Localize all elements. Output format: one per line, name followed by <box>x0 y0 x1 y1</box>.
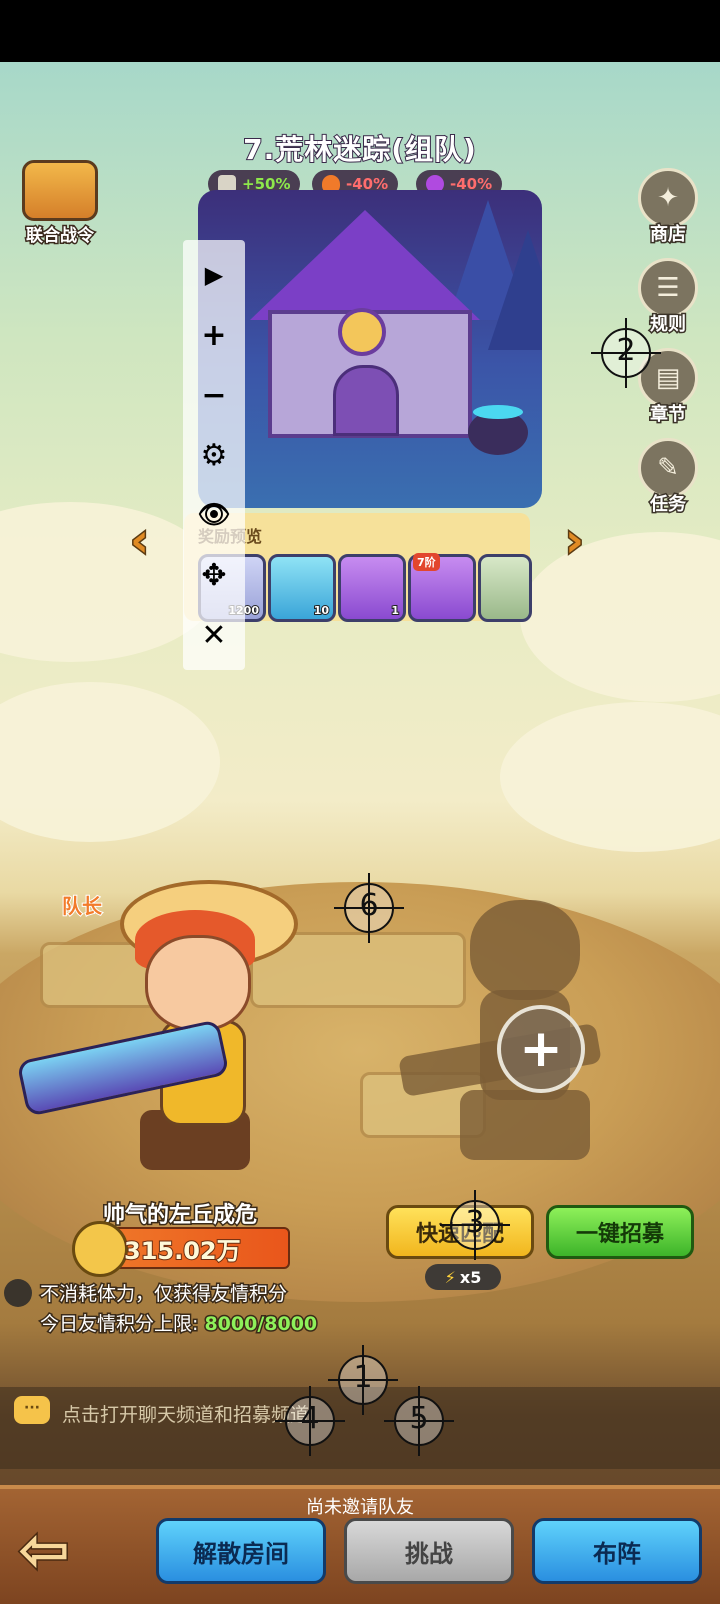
info-icon <box>4 1279 32 1307</box>
marker-number: 6 <box>359 888 379 923</box>
quest-button[interactable]: ✎ 任务 <box>636 438 700 517</box>
zoom-in-icon[interactable]: + <box>183 312 245 358</box>
shop-button[interactable]: ✦ 商店 <box>636 168 700 247</box>
house-window <box>338 308 386 356</box>
silhouette-legs <box>460 1090 590 1160</box>
marker-4: 4 <box>275 1386 345 1456</box>
close-icon[interactable]: ✕ <box>183 612 245 658</box>
prev-stage-arrow-icon[interactable]: ‹ <box>129 516 160 565</box>
battle-pass-button[interactable]: 联合战令 <box>12 160 108 248</box>
power-icon <box>72 1221 128 1277</box>
stage-title: 7.荒林迷踪(组队) <box>242 132 477 167</box>
marker-5: 5 <box>384 1386 454 1456</box>
energy-cost-value: x5 <box>459 1267 482 1287</box>
marker-number: 4 <box>300 1401 320 1436</box>
settings-icon[interactable]: ⚙ <box>183 432 245 478</box>
captain-hero[interactable] <box>16 880 298 1180</box>
friendship-limit-label: 今日友情积分上限: <box>38 1312 205 1337</box>
chat-hint-text[interactable]: 点击打开聊天频道和招募频道 <box>62 1400 309 1427</box>
cloud <box>0 682 220 842</box>
challenge-button[interactable]: 挑战 <box>344 1518 514 1584</box>
battle-pass-label: 联合战令 <box>25 225 96 248</box>
quest-icon: ✎ <box>638 438 698 498</box>
chapter-label: 章节 <box>649 403 688 427</box>
back-arrow-icon[interactable]: ⇦ <box>17 1517 98 1584</box>
power-display: 315.02万 <box>72 1221 290 1277</box>
energy-cost-badge: ⚡ x5 <box>425 1264 501 1290</box>
player-name: 帅气的左丘成危 <box>101 1202 258 1230</box>
marker-3: 3 <box>440 1190 510 1260</box>
invite-status-text: 尚未邀请队友 <box>306 1497 414 1518</box>
reward-tier-badge: 7阶 <box>413 553 440 571</box>
quest-label: 任务 <box>649 493 688 517</box>
hero-face <box>145 935 251 1031</box>
lightning-icon: ⚡ <box>444 1267 456 1287</box>
reward-item[interactable]: 10 <box>268 554 336 622</box>
shop-label: 商店 <box>649 223 688 247</box>
marker-2: 2 <box>591 318 661 388</box>
tree <box>488 230 542 350</box>
move-icon[interactable]: ✥ <box>183 552 245 598</box>
next-stage-arrow-icon[interactable]: › <box>564 516 595 565</box>
add-teammate-button[interactable]: + <box>497 1005 585 1093</box>
cloud <box>500 702 720 852</box>
zoom-out-icon[interactable]: − <box>183 372 245 418</box>
stage-image[interactable] <box>198 190 542 508</box>
chat-bubble-icon: ··· <box>14 1396 50 1424</box>
reward-item[interactable]: 1 <box>338 554 406 622</box>
battle-pass-icon <box>22 160 98 221</box>
marker-number: 2 <box>616 333 636 368</box>
reward-count: 10 <box>313 603 330 618</box>
formation-button[interactable]: 布阵 <box>532 1518 702 1584</box>
captain-tag: 队长 <box>61 893 103 919</box>
reward-item[interactable] <box>478 554 532 622</box>
hide-icon[interactable]: 👁 <box>183 492 245 538</box>
reward-count: 1 <box>390 603 400 618</box>
reward-item[interactable]: 7阶 <box>408 553 476 622</box>
rules-icon: ☰ <box>638 258 698 318</box>
power-value: 315.02万 <box>123 1236 242 1266</box>
cloud <box>520 532 720 702</box>
silhouette-head <box>470 900 580 1000</box>
marker-number: 5 <box>409 1401 429 1436</box>
shop-icon: ✦ <box>638 168 698 228</box>
disband-room-button[interactable]: 解散房间 <box>156 1518 326 1584</box>
friendship-limit-text: 今日友情积分上限: 8000/8000 <box>38 1309 319 1337</box>
marker-number: 3 <box>465 1205 485 1240</box>
floating-toolbar: ▶ + − ⚙ 👁 ✥ ✕ <box>183 240 245 670</box>
friendship-limit-value: 8000/8000 <box>203 1312 319 1337</box>
marker-6: 6 <box>334 873 404 943</box>
play-icon[interactable]: ▶ <box>183 252 245 298</box>
one-click-recruit-button[interactable]: 一键招募 <box>546 1205 694 1259</box>
house-door <box>333 365 399 436</box>
friendship-info-text: 不消耗体力，仅获得友情积分 <box>38 1282 288 1307</box>
house-roof <box>250 210 480 320</box>
status-bar <box>0 0 720 62</box>
cauldron-brew <box>473 405 523 419</box>
